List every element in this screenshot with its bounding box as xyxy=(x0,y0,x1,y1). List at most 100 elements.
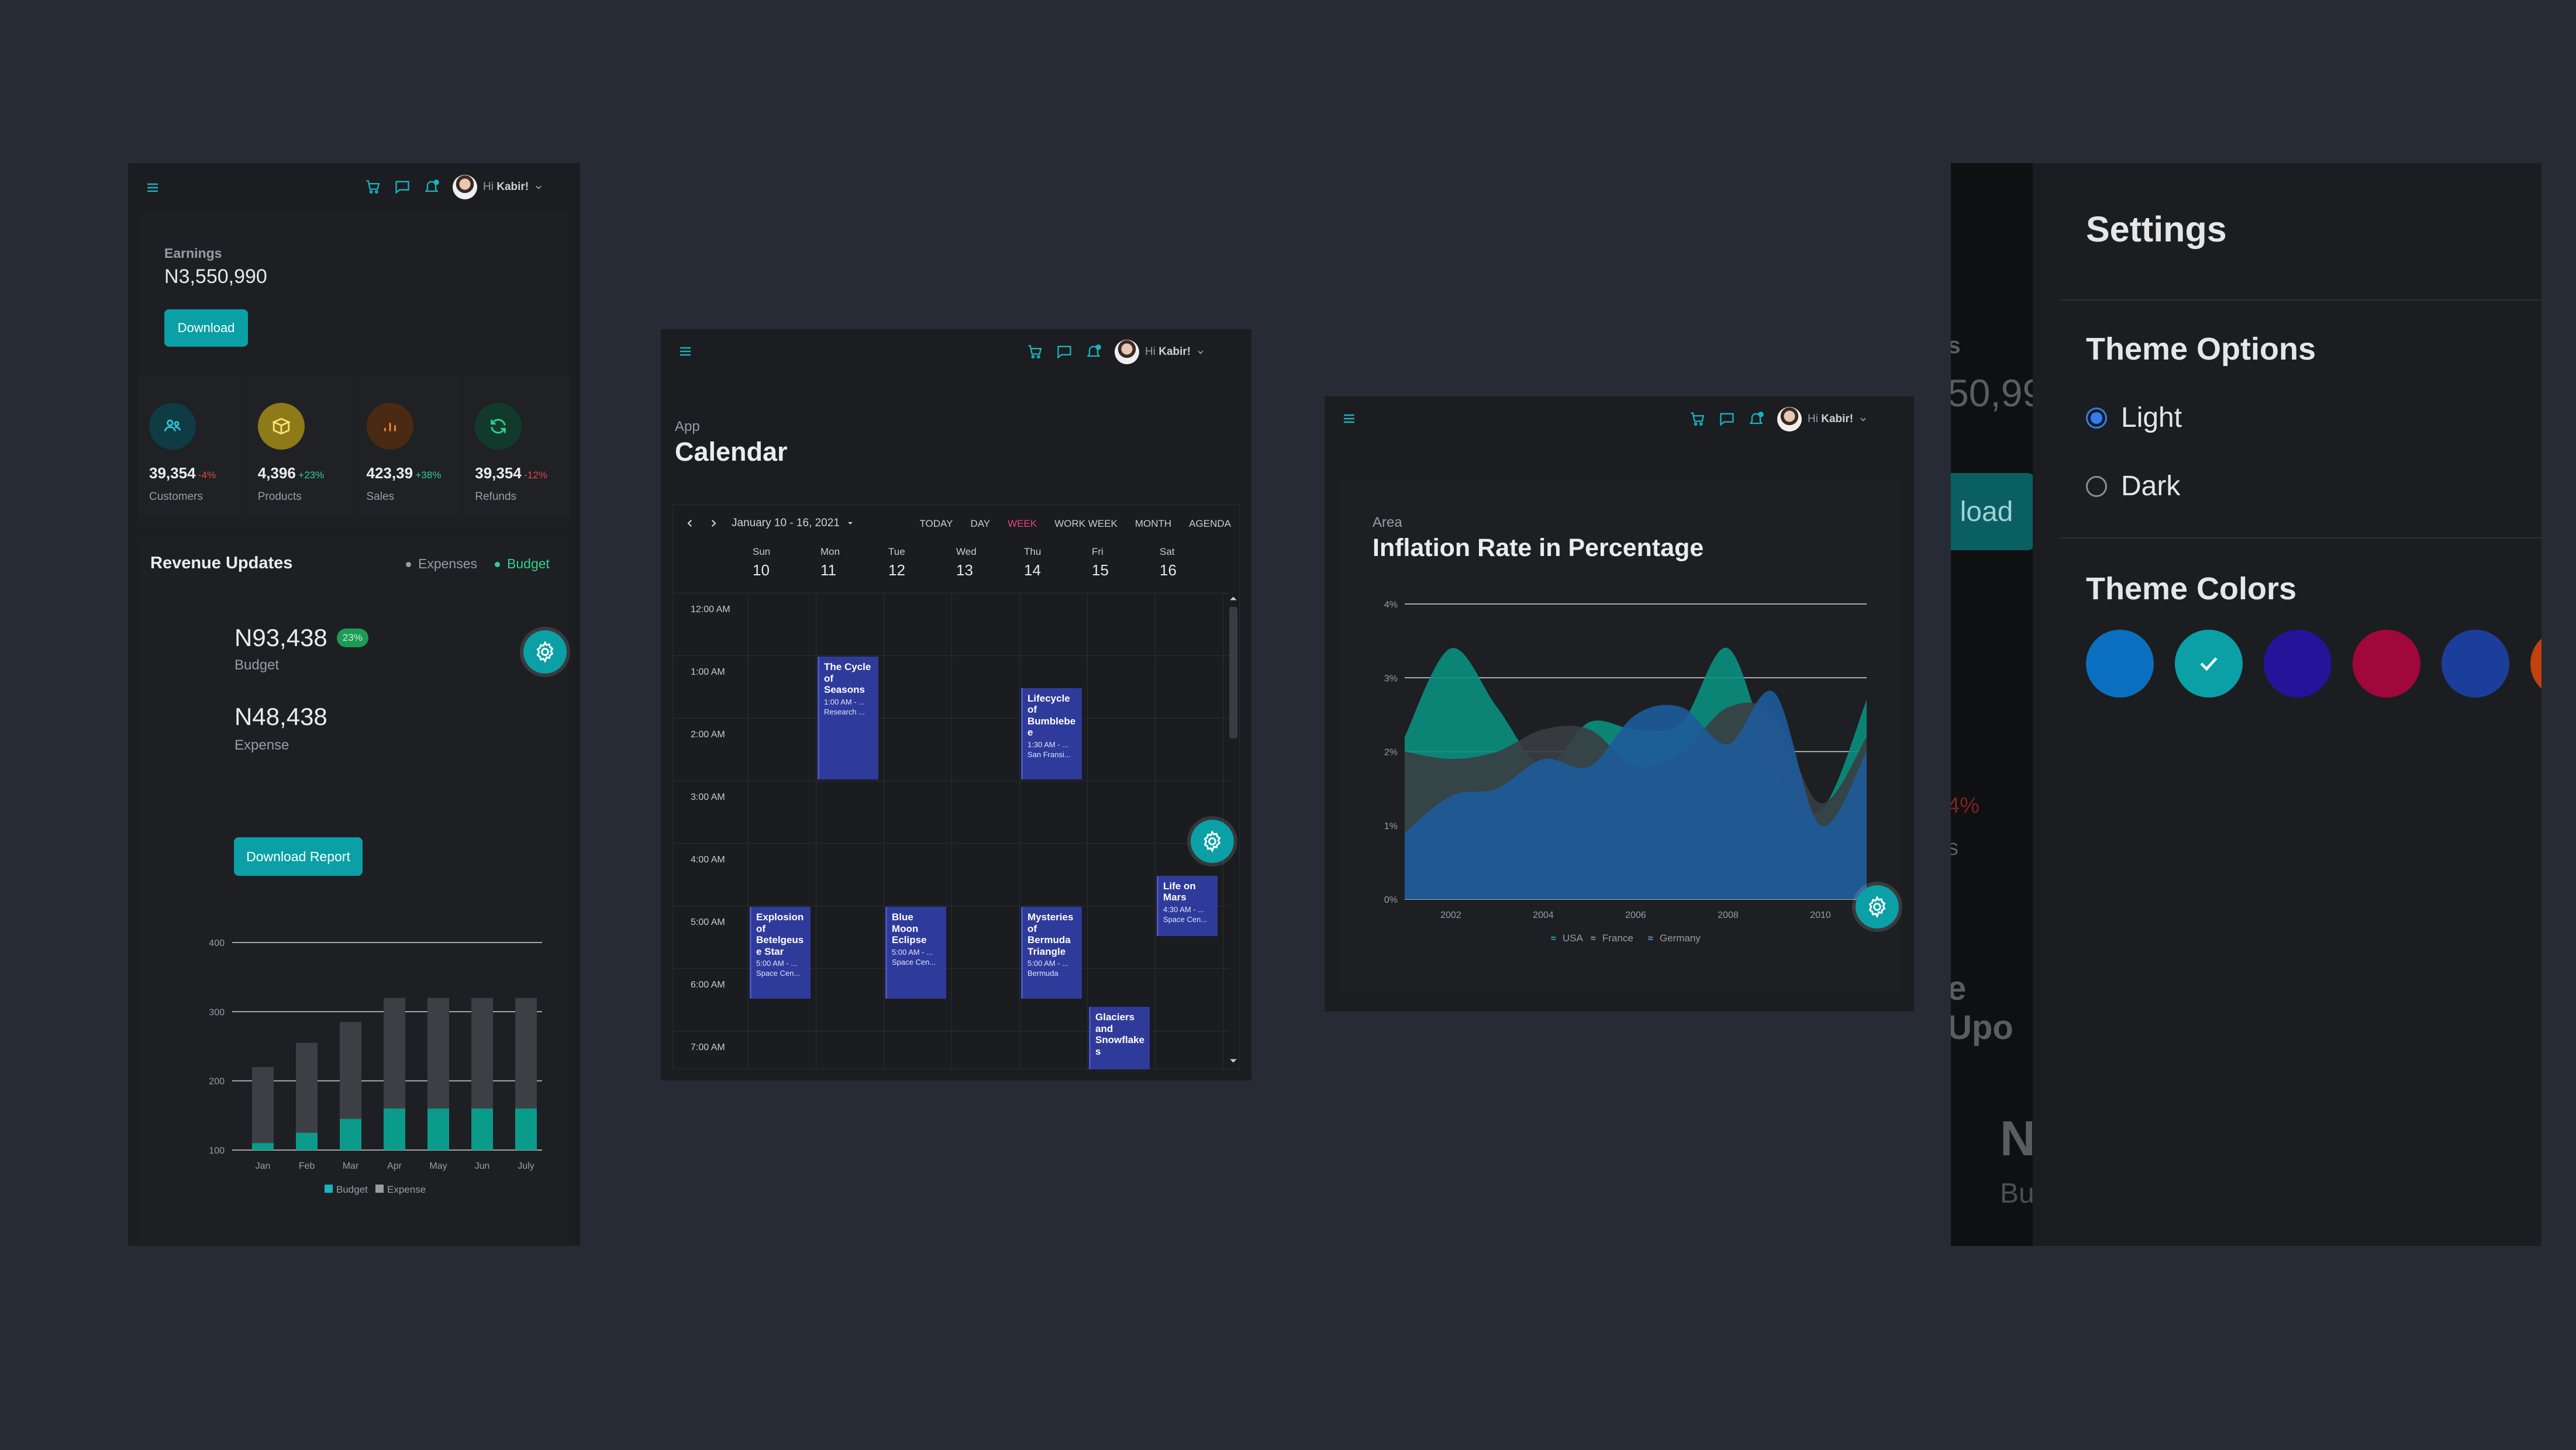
day-header[interactable]: Wed 13 xyxy=(956,546,1024,579)
legend-budget-swatch xyxy=(325,1185,333,1193)
calendar-event[interactable]: Blue Moon Eclipse 5:00 AM - ... Space Cen.… xyxy=(885,907,946,999)
area-chart-card: Area Inflation Rate in Percentage 0% 1% 2%… xyxy=(1337,478,1901,993)
stat-value: 4,396 xyxy=(257,464,296,482)
settings-sidebar: Settings Theme Options Light Dark Theme … xyxy=(2033,163,2541,1246)
theme-color-swatch[interactable] xyxy=(2264,630,2332,698)
budget-value: N93,438 xyxy=(235,624,327,651)
event-place: Research ... xyxy=(824,707,865,716)
stat-label: Refunds xyxy=(475,491,517,503)
stat-change: +23% xyxy=(298,469,325,481)
bg-fragment-change: 4% xyxy=(1951,793,1980,818)
chat-icon[interactable] xyxy=(1719,411,1735,427)
calendar-event[interactable]: Glaciers and Snowflake s xyxy=(1089,1007,1150,1069)
prev-week-button[interactable] xyxy=(685,518,695,529)
theme-color-swatch[interactable] xyxy=(2175,630,2243,698)
settings-fab[interactable] xyxy=(1856,885,1899,928)
legend-budget[interactable]: Budget xyxy=(495,556,550,572)
inflation-area-chart: 0% 1% 2% 3% 4% 2002 2004 2006 2008 2010 ≈ USA ≈ Franc… xyxy=(1384,600,1867,944)
legend-swatch-france: ≈ xyxy=(1591,934,1596,944)
radio-light[interactable]: Light xyxy=(2086,402,2182,434)
bg-fragment-value: 50,99 xyxy=(1951,371,2033,415)
notification-bell-icon[interactable] xyxy=(1085,344,1102,360)
view-tab-month[interactable]: MONTH xyxy=(1135,518,1171,530)
day-header[interactable]: Mon 11 xyxy=(820,546,888,579)
menu-icon[interactable] xyxy=(678,344,692,358)
day-number: 11 xyxy=(820,561,836,579)
view-tab-day[interactable]: DAY xyxy=(970,518,990,530)
view-tab-today[interactable]: TODAY xyxy=(919,518,953,530)
y-tick-label: 200 xyxy=(209,1077,225,1087)
download-button[interactable]: Download xyxy=(164,309,248,347)
view-tab-week[interactable]: WEEK xyxy=(1008,518,1037,530)
settings-fab[interactable] xyxy=(523,630,567,674)
settings-fab[interactable] xyxy=(1191,820,1234,863)
calendar-grid: 12:00 AM 1:00 AM 2:00 AM 3:00 AM 4:00 AM 5:00… xyxy=(673,593,1229,1069)
expense-label: Expense xyxy=(235,737,289,753)
calendar-event[interactable]: The Cycle of Seasons 1:00 AM - ... Researc… xyxy=(818,657,878,779)
theme-color-swatch[interactable] xyxy=(2441,630,2509,698)
chevron-down-icon[interactable] xyxy=(1196,348,1205,356)
stat-value: 423,39 xyxy=(366,464,413,482)
day-name: Fri xyxy=(1092,546,1103,557)
notification-bell-icon[interactable] xyxy=(1748,411,1764,427)
avatar[interactable] xyxy=(453,175,477,199)
radio-light-indicator[interactable] xyxy=(2086,407,2107,429)
cart-icon[interactable] xyxy=(365,179,381,195)
notification-bell-icon[interactable] xyxy=(423,179,440,195)
cart-icon[interactable] xyxy=(1689,411,1706,427)
day-header[interactable]: Thu 14 xyxy=(1024,546,1092,579)
radio-dark-indicator[interactable] xyxy=(2086,475,2107,497)
chat-icon[interactable] xyxy=(1056,344,1073,360)
radio-dark[interactable]: Dark xyxy=(2086,470,2180,502)
user-greeting: Hi xyxy=(483,181,494,193)
avatar[interactable] xyxy=(1777,407,1802,431)
next-week-button[interactable] xyxy=(708,518,719,529)
y-tick-label: 300 xyxy=(209,1007,225,1017)
theme-color-swatch[interactable] xyxy=(2530,630,2541,698)
legend-expenses[interactable]: Expenses xyxy=(406,556,477,572)
check-icon xyxy=(2196,651,2222,676)
x-tick-label: 2002 xyxy=(1440,910,1461,920)
theme-color-swatch[interactable] xyxy=(2086,630,2154,698)
theme-color-swatch[interactable] xyxy=(2353,630,2420,698)
download-report-button[interactable]: Download Report xyxy=(234,837,363,876)
event-place: Space Cen... xyxy=(1163,914,1208,924)
view-tab-work-week[interactable]: WORK WEEK xyxy=(1054,518,1118,530)
theme-options-title: Theme Options xyxy=(2086,332,2316,367)
grid-column-line xyxy=(748,593,749,1069)
earnings-value: N3,550,990 xyxy=(164,265,267,288)
date-range-selector[interactable]: January 10 - 16, 2021 xyxy=(732,517,854,530)
radio-light-label: Light xyxy=(2121,402,2182,433)
chevron-down-icon[interactable] xyxy=(1859,415,1867,423)
grid-column-line xyxy=(951,593,952,1069)
day-number: 15 xyxy=(1092,561,1109,579)
calendar-event[interactable]: Mysteries of Bermuda Triangle 5:00 AM - .… xyxy=(1021,907,1082,999)
chat-icon[interactable] xyxy=(394,179,411,195)
x-tick-label: Jan xyxy=(256,1161,271,1171)
stat-value: 39,354 xyxy=(149,464,196,482)
stat-card: 4,396 +23% Products xyxy=(247,377,353,517)
stat-card: 423,39 +38% Sales xyxy=(356,377,461,517)
calendar-event[interactable]: Lifecycle of Bumblebe e 1:30 AM - ... San … xyxy=(1021,688,1082,779)
time-label: 7:00 AM xyxy=(691,1042,725,1052)
bar-budget xyxy=(515,1109,537,1150)
bar-budget xyxy=(384,1109,405,1150)
calendar-event[interactable]: Life on Mars 4:30 AM - ... Space Cen... xyxy=(1157,875,1218,936)
day-header[interactable]: Fri 15 xyxy=(1092,546,1160,579)
area-chart-panel: Hi Kabir! Area Inflation Rate in Percent… xyxy=(1325,396,1914,1011)
cart-icon[interactable] xyxy=(1027,344,1043,360)
menu-icon[interactable] xyxy=(146,181,160,195)
menu-icon[interactable] xyxy=(1342,412,1356,426)
view-tab-agenda[interactable]: AGENDA xyxy=(1189,518,1231,530)
day-name: Wed xyxy=(956,546,977,557)
day-header[interactable]: Sat 16 xyxy=(1160,546,1227,579)
event-time: 1:00 AM - ... xyxy=(824,697,865,706)
day-header[interactable]: Sun 10 xyxy=(753,546,820,579)
chevron-down-icon[interactable] xyxy=(534,183,543,191)
y-tick-label: 4% xyxy=(1384,600,1398,610)
avatar[interactable] xyxy=(1115,340,1139,364)
event-place: Space Cen... xyxy=(892,957,936,966)
calendar-event[interactable]: Explosion of Betelgeus e Star 5:00 AM - .… xyxy=(750,907,811,999)
y-tick-label: 400 xyxy=(209,938,225,948)
day-header[interactable]: Tue 12 xyxy=(888,546,956,579)
